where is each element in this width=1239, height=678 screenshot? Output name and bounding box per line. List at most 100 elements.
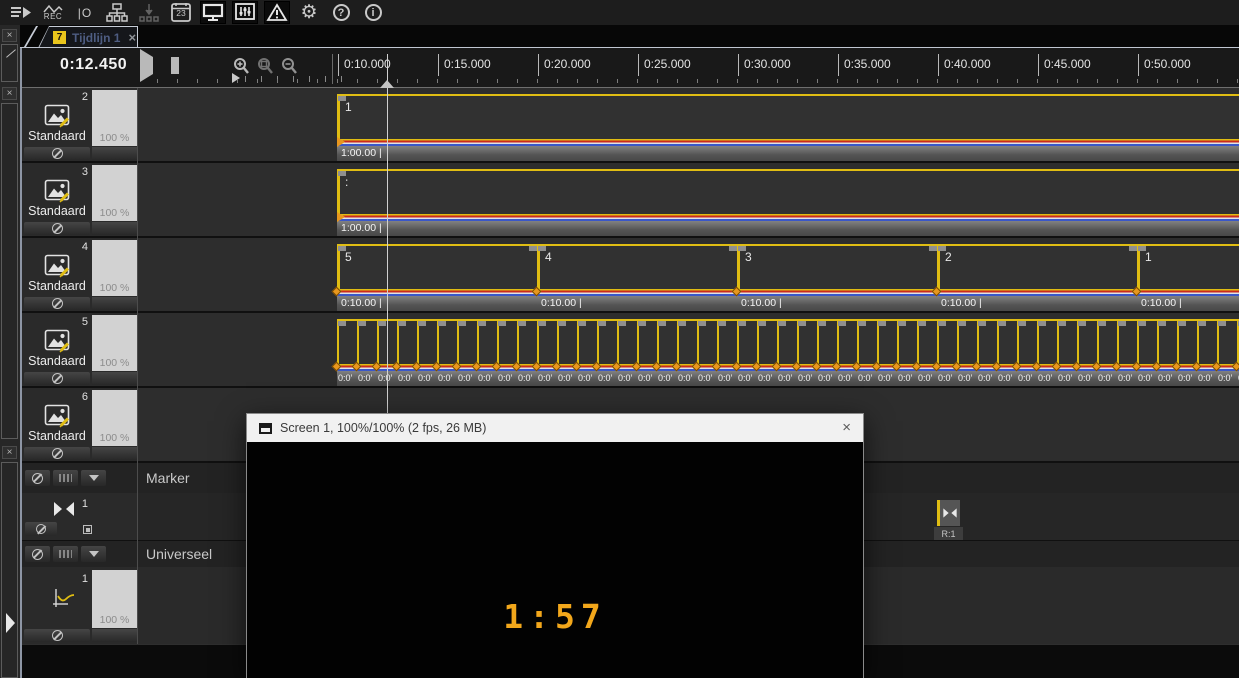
timeline-mini-clip[interactable]: 0:0’	[1097, 319, 1117, 386]
track-lane[interactable]: 0:0’0:0’0:0’0:0’0:0’0:0’0:0’0:0’0:0’0:0’…	[137, 313, 1239, 386]
timeline-mini-clip[interactable]: 0:0’	[597, 319, 617, 386]
io-icon[interactable]: |O	[72, 1, 98, 24]
clip-handle[interactable]	[378, 321, 386, 326]
mute-group-button[interactable]	[25, 546, 50, 562]
dock-panel-collapsed[interactable]	[1, 103, 18, 439]
window-close-icon[interactable]: ×	[842, 419, 851, 436]
timeline-mini-clip[interactable]: 0:0’	[797, 319, 817, 386]
clip-handle[interactable]	[498, 321, 506, 326]
timeline-mini-clip[interactable]: 0:0’	[1157, 319, 1177, 386]
screen-preview-window[interactable]: Screen 1, 100%/100% (2 fps, 26 MB) × 1:5…	[246, 413, 864, 678]
clip-handle[interactable]	[418, 321, 426, 326]
dots-options-button[interactable]	[53, 470, 78, 486]
clip-handle[interactable]	[518, 321, 526, 326]
clip-handle[interactable]	[698, 321, 706, 326]
timeline-marker[interactable]	[937, 500, 960, 526]
timeline-mini-clip[interactable]: 0:0’	[757, 319, 777, 386]
tab-timeline-1[interactable]: 7 Tijdlijn 1 ×	[38, 26, 138, 48]
dock-panel-collapsed[interactable]	[1, 462, 18, 678]
play-button[interactable]	[140, 57, 160, 75]
timeline-mini-clip[interactable]: 0:0’	[677, 319, 697, 386]
dots-options-button[interactable]	[53, 546, 78, 562]
settings-gear-icon[interactable]: ⚙	[296, 1, 322, 24]
track-lane[interactable]: 11:00.00 |	[137, 88, 1239, 161]
timeline-mini-clip[interactable]: 0:0’	[477, 319, 497, 386]
timeline-mini-clip[interactable]: 0:0’	[557, 319, 577, 386]
mute-track-button[interactable]	[24, 147, 90, 160]
timeline-mini-clip[interactable]: 0:0’	[1017, 319, 1037, 386]
clip-handle[interactable]	[838, 321, 846, 326]
clip-handle[interactable]	[1118, 321, 1126, 326]
hierarchy-icon[interactable]	[104, 1, 130, 24]
timeline-mini-clip[interactable]: 0:0’	[737, 319, 757, 386]
timeline-mini-clip[interactable]: 0:0’	[1197, 319, 1217, 386]
help-icon[interactable]: ?	[328, 1, 354, 24]
clip-handle[interactable]	[938, 321, 946, 326]
timeline-clip[interactable]: 20:10.00 |	[937, 244, 1137, 311]
clip-handle[interactable]	[758, 321, 766, 326]
marker-track-header[interactable]: 1	[22, 493, 137, 540]
info-icon[interactable]: i	[360, 1, 386, 24]
dock-curve-panel[interactable]	[1, 44, 18, 82]
timeline-mini-clip[interactable]: 0:0’	[1117, 319, 1137, 386]
timeline-mini-clip[interactable]: 0:0’	[457, 319, 477, 386]
clip-handle[interactable]	[1138, 321, 1146, 326]
timeline-mini-clip[interactable]: 0:0’	[637, 319, 657, 386]
timeline-mini-clip[interactable]: 0:0’	[997, 319, 1017, 386]
clip-handle[interactable]	[358, 321, 366, 326]
timeline-mini-clip[interactable]: 0:0’	[1177, 319, 1197, 386]
clip-handle[interactable]	[998, 321, 1006, 326]
dock-close-icon[interactable]: ×	[2, 87, 17, 100]
clip-handle[interactable]	[338, 321, 346, 326]
clip-handle[interactable]	[529, 246, 537, 251]
dock-close-icon[interactable]: ×	[2, 446, 17, 459]
clip-handle[interactable]	[638, 321, 646, 326]
mute-track-button[interactable]	[24, 629, 90, 642]
timeline-mini-clip[interactable]: 0:0’	[397, 319, 417, 386]
clip-handle[interactable]	[1178, 321, 1186, 326]
clip-handle[interactable]	[618, 321, 626, 326]
clip-handle[interactable]	[878, 321, 886, 326]
clip-handle[interactable]	[578, 321, 586, 326]
clip-handle[interactable]	[678, 321, 686, 326]
clip-handle[interactable]	[729, 246, 737, 251]
track-fader[interactable]: 100 %	[92, 390, 137, 446]
clip-handle[interactable]	[958, 321, 966, 326]
mute-group-button[interactable]	[25, 470, 50, 486]
timeline-clip[interactable]: :1:00.00 |	[337, 169, 1239, 236]
track-lane[interactable]: 50:10.00 |40:10.00 |30:10.00 |20:10.00 |…	[137, 238, 1239, 311]
clip-handle[interactable]	[1198, 321, 1206, 326]
clip-handle[interactable]	[1098, 321, 1106, 326]
clip-handle[interactable]	[1038, 321, 1046, 326]
clip-handle[interactable]	[898, 321, 906, 326]
timeline-mini-clip[interactable]: 0:0’	[937, 319, 957, 386]
timeline-mini-clip[interactable]: 0:0’	[337, 319, 357, 386]
timeline-mini-clip[interactable]: 0:0’	[657, 319, 677, 386]
stop-button[interactable]	[196, 57, 216, 75]
track-fader[interactable]: 100 %	[92, 90, 137, 146]
hierarchy-send-icon[interactable]	[136, 1, 162, 24]
timeline-mini-clip[interactable]: 0:0’	[777, 319, 797, 386]
track-header[interactable]: 2 Standaard100 %	[22, 88, 137, 161]
zoom-fit-icon[interactable]	[256, 57, 276, 75]
clip-handle[interactable]	[658, 321, 666, 326]
clip-handle[interactable]	[798, 321, 806, 326]
timeline-clip[interactable]: 40:10.00 |	[537, 244, 737, 311]
mute-track-button[interactable]	[24, 372, 90, 385]
mute-track-button[interactable]	[24, 222, 90, 235]
display-icon[interactable]	[200, 1, 226, 24]
collapse-group-button[interactable]	[81, 470, 106, 486]
clip-handle[interactable]	[598, 321, 606, 326]
mute-track-button[interactable]	[24, 447, 90, 460]
display-settings-icon[interactable]	[232, 1, 258, 24]
clip-handle[interactable]	[438, 321, 446, 326]
zoom-out-icon[interactable]	[280, 57, 300, 75]
clip-handle[interactable]	[1129, 246, 1137, 251]
clip-handle[interactable]	[738, 321, 746, 326]
track-fader[interactable]: 100 %	[92, 315, 137, 371]
timeline-mini-clip[interactable]: 0:0’	[897, 319, 917, 386]
collapse-group-button[interactable]	[81, 546, 106, 562]
clip-handle[interactable]	[558, 321, 566, 326]
playhead-handle[interactable]	[380, 80, 394, 88]
clip-handle[interactable]	[1078, 321, 1086, 326]
